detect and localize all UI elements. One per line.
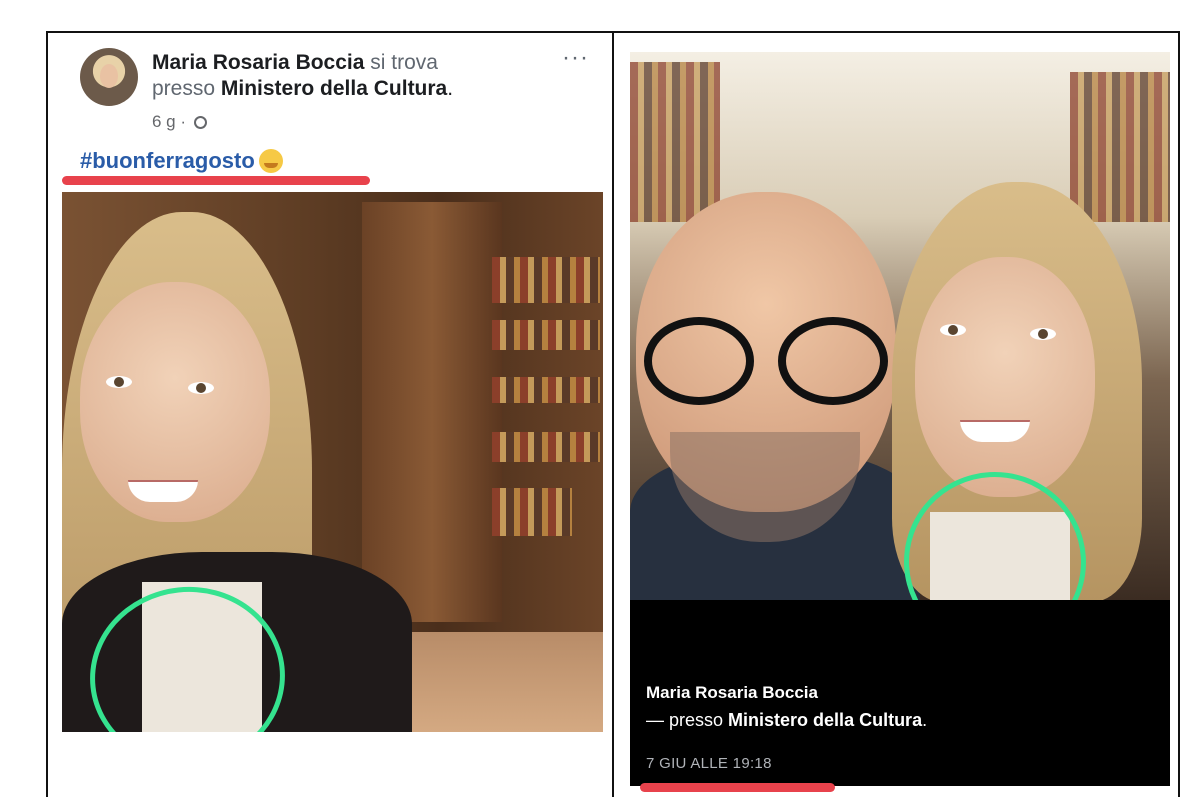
- red-underline-hashtag: [62, 176, 370, 185]
- meta-separator: ·: [180, 112, 187, 131]
- bookshelf-left: [630, 62, 720, 222]
- bookshelf-right: [1070, 72, 1170, 222]
- bookshelf-row: [492, 320, 600, 350]
- bookshelf-row: [492, 377, 600, 403]
- floor: [392, 632, 603, 732]
- caption-location: — presso Ministero della Cultura.: [646, 710, 927, 731]
- more-options-icon[interactable]: ···: [562, 44, 589, 72]
- post-header: Maria Rosaria Boccia si trova presso Min…: [152, 50, 552, 102]
- post-time[interactable]: 6 g: [152, 112, 176, 131]
- smile: [960, 420, 1030, 442]
- glasses-lens-right: [778, 317, 888, 405]
- location-verb: si trova: [370, 51, 438, 74]
- woman-face: [915, 257, 1095, 497]
- hashtag-link[interactable]: #buonferragosto: [80, 148, 283, 174]
- post-photo-left[interactable]: [62, 192, 603, 732]
- glasses-lens-left: [644, 317, 754, 405]
- globe-icon: [193, 116, 207, 129]
- eye: [940, 324, 966, 336]
- location-suffix: .: [447, 77, 454, 100]
- caption-author[interactable]: Maria Rosaria Boccia: [646, 683, 818, 703]
- hashtag-text[interactable]: #buonferragosto: [80, 148, 255, 173]
- bookshelf-row: [492, 257, 600, 303]
- avatar[interactable]: [80, 48, 138, 106]
- caption-date[interactable]: 7 GIU ALLE 19:18: [646, 755, 772, 772]
- eye: [1030, 328, 1056, 340]
- panel-divider: [612, 31, 614, 797]
- bookshelf-row: [492, 432, 600, 462]
- post-meta: 6 g ·: [152, 112, 207, 132]
- post-photo-right[interactable]: [630, 52, 1170, 600]
- eye: [106, 376, 132, 388]
- caption-location-name[interactable]: Ministero della Cultura: [728, 710, 922, 730]
- eye: [188, 382, 214, 394]
- location-name[interactable]: Ministero della Cultura: [221, 77, 447, 100]
- wood-pillar: [362, 202, 502, 622]
- smiling-emoji-icon: [258, 149, 283, 173]
- caption-location-prefix: — presso: [646, 710, 724, 730]
- caption-location-suffix: .: [922, 710, 928, 730]
- smile: [128, 480, 198, 502]
- bookshelf-row: [492, 488, 572, 536]
- author-name[interactable]: Maria Rosaria Boccia: [152, 51, 364, 74]
- red-underline-date: [640, 783, 835, 792]
- location-prefix: presso: [152, 77, 216, 100]
